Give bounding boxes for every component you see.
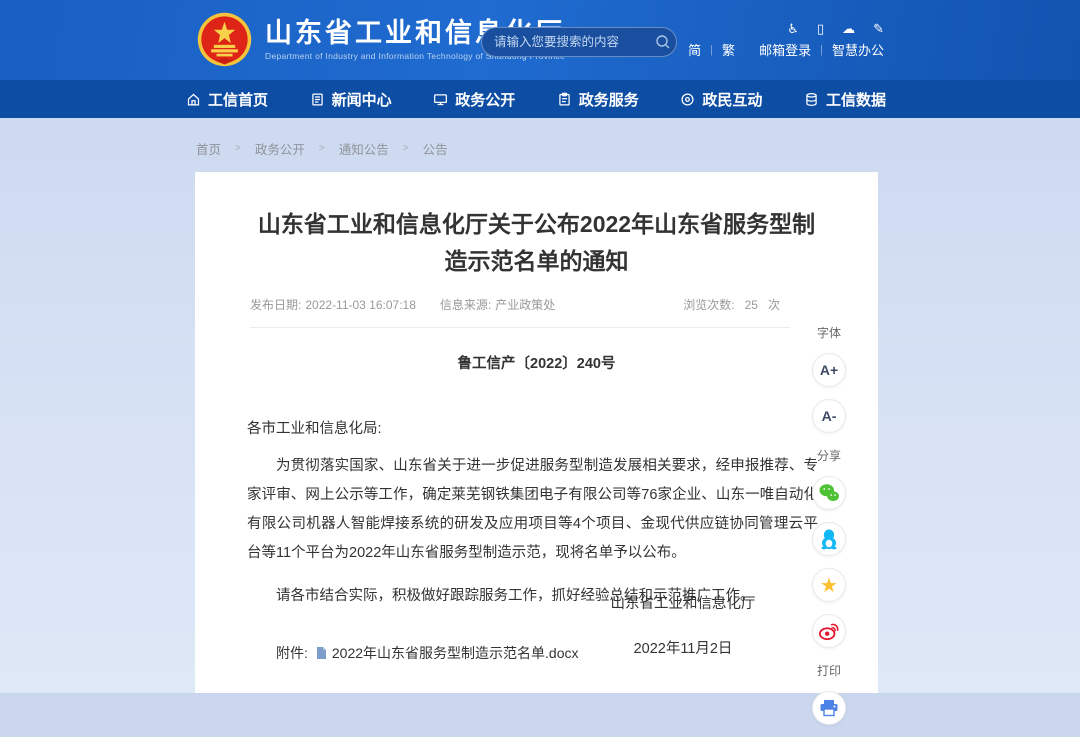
signature-date: 2022年11月2日 <box>578 637 788 658</box>
qq-icon <box>819 528 839 550</box>
nav-item-gov-disclosure[interactable]: 政务公开 <box>433 89 515 110</box>
edit-pen-icon[interactable]: ✎ <box>873 22 884 36</box>
breadcrumb-announcement[interactable]: 公告 <box>423 139 448 158</box>
accessibility-icon[interactable]: ♿ <box>787 22 799 36</box>
breadcrumb-separator: > <box>235 143 241 154</box>
traditional-chinese-link[interactable]: 繁 <box>722 40 735 59</box>
article-card: 山东省工业和信息化厅关于公布2022年山东省服务型制造示范名单的通知 发布日期:… <box>195 172 878 693</box>
nav-item-news[interactable]: 新闻中心 <box>310 89 392 110</box>
search-icon[interactable] <box>655 34 671 50</box>
attachment-link[interactable]: 2022年山东省服务型制造示范名单.docx <box>332 643 579 663</box>
breadcrumb: 首页 > 政务公开 > 通知公告 > 公告 <box>196 139 448 158</box>
divider: | <box>820 44 823 56</box>
search-input[interactable] <box>494 35 655 49</box>
document-number: 鲁工信产〔2022〕240号 <box>195 352 878 373</box>
breadcrumb-home[interactable]: 首页 <box>196 139 221 158</box>
font-decrease-button[interactable]: A- <box>812 399 846 433</box>
simplified-chinese-link[interactable]: 简 <box>688 40 701 59</box>
info-source: 信息来源:产业政策处 <box>440 296 559 313</box>
mail-login-link[interactable]: 邮箱登录 <box>759 40 811 59</box>
font-increase-button[interactable]: A+ <box>812 353 846 387</box>
nav-item-data[interactable]: 工信数据 <box>804 89 886 110</box>
article-meta: 发布日期:2022-11-03 16:07:18 信息来源:产业政策处 浏览次数… <box>250 296 790 328</box>
document-file-icon <box>316 647 327 660</box>
smart-office-link[interactable]: 智慧办公 <box>832 40 884 59</box>
share-label: 分享 <box>800 447 858 464</box>
monitor-icon <box>433 92 448 107</box>
interaction-icon <box>680 92 695 107</box>
nav-item-interaction[interactable]: 政民互动 <box>680 89 762 110</box>
print-button[interactable] <box>812 691 846 725</box>
printer-icon <box>819 699 839 717</box>
salutation: 各市工业和信息化局: <box>247 417 818 438</box>
share-qq-button[interactable] <box>812 522 846 556</box>
view-count: 浏览次数:25次 <box>683 296 790 313</box>
article-title: 山东省工业和信息化厅关于公布2022年山东省服务型制造示范名单的通知 <box>249 206 824 280</box>
database-icon <box>804 92 819 107</box>
nav-item-home[interactable]: 工信首页 <box>186 89 268 110</box>
print-label: 打印 <box>800 662 858 679</box>
clipboard-icon <box>557 92 572 107</box>
share-qzone-button[interactable]: ★ <box>812 568 846 602</box>
breadcrumb-separator: > <box>319 143 325 154</box>
signature-block: 山东省工业和信息化厅 2022年11月2日 <box>578 592 788 658</box>
nav-item-label: 新闻中心 <box>332 89 392 110</box>
body-paragraph: 为贯彻落实国家、山东省关于进一步促进服务型制造发展相关要求，经申报推荐、专家评审… <box>247 452 818 568</box>
breadcrumb-gov-disclosure[interactable]: 政务公开 <box>255 139 305 158</box>
home-icon <box>186 92 201 107</box>
main-nav: 工信首页 新闻中心 政务公开 政务服务 政民互动 工信数据 <box>0 80 1080 118</box>
news-icon <box>310 92 325 107</box>
divider <box>744 44 750 56</box>
weibo-icon <box>818 621 840 641</box>
site-header: 山东省工业和信息化厅 Department of Industry and In… <box>0 0 1080 80</box>
font-size-label: 字体 <box>800 324 858 341</box>
national-emblem-icon <box>196 11 253 68</box>
signature-org: 山东省工业和信息化厅 <box>578 592 788 613</box>
nav-item-gov-services[interactable]: 政务服务 <box>557 89 639 110</box>
search-box[interactable] <box>481 27 677 57</box>
nav-item-label: 工信数据 <box>826 89 886 110</box>
header-utility-icons: ♿ ▯ ☁ ✎ <box>787 22 884 36</box>
wechat-icon <box>818 483 840 503</box>
share-weibo-button[interactable] <box>812 614 846 648</box>
breadcrumb-separator: > <box>403 143 409 154</box>
nav-item-label: 工信首页 <box>208 89 268 110</box>
share-wechat-button[interactable] <box>812 476 846 510</box>
service-cloud-icon[interactable]: ☁ <box>842 22 855 36</box>
qzone-star-icon: ★ <box>820 575 838 595</box>
mobile-icon[interactable]: ▯ <box>817 22 824 36</box>
header-utility-links: 简 | 繁 邮箱登录 | 智慧办公 <box>688 40 884 59</box>
nav-item-label: 政民互动 <box>702 89 762 110</box>
breadcrumb-notices[interactable]: 通知公告 <box>339 139 389 158</box>
publish-date: 发布日期:2022-11-03 16:07:18 <box>250 296 420 313</box>
attachment-label: 附件: <box>276 643 308 663</box>
divider: | <box>710 44 713 56</box>
nav-item-label: 政务公开 <box>455 89 515 110</box>
nav-item-label: 政务服务 <box>579 89 639 110</box>
tools-rail: 字体 A+ A- 分享 ★ <box>800 310 858 737</box>
